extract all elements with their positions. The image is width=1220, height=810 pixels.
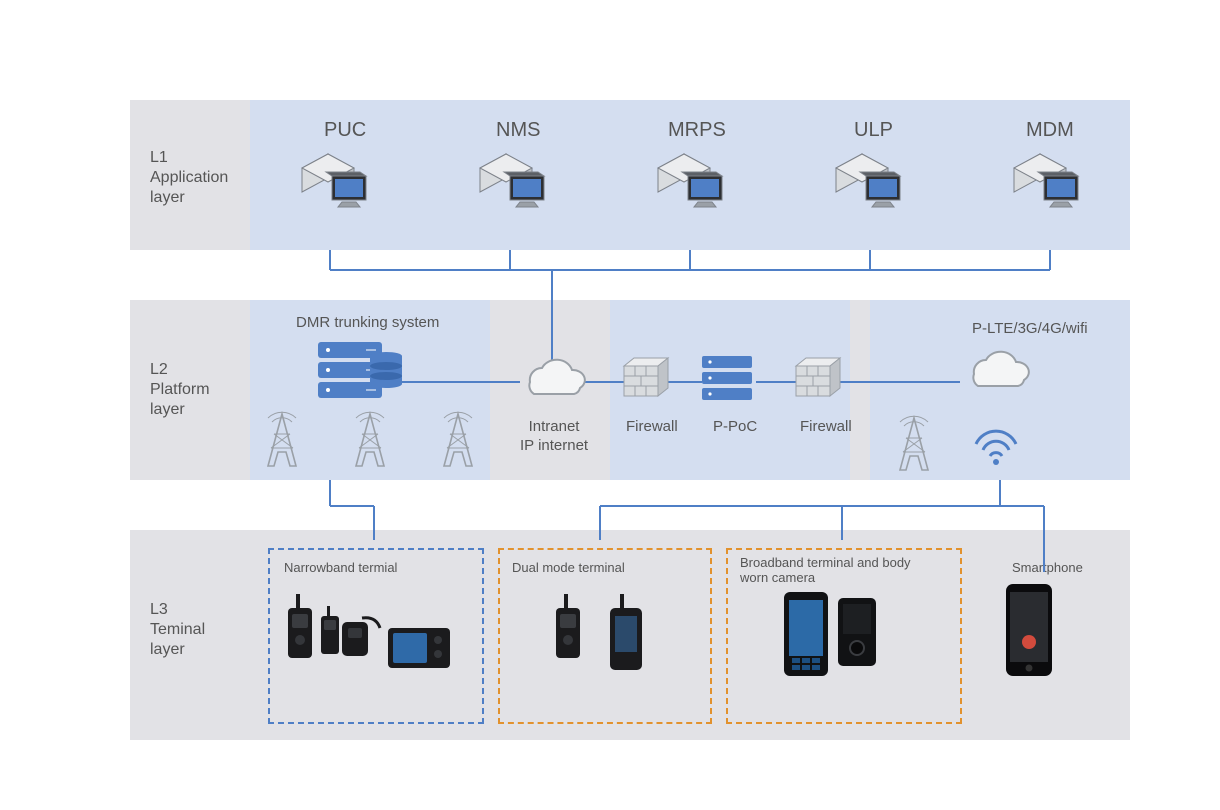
lbl-narrow: Narrowband termial (284, 560, 397, 576)
app-mrps: MRPS (668, 118, 726, 143)
lbl-ppoc: P-PoC (713, 418, 757, 437)
lbl-dual: Dual mode terminal (512, 560, 625, 576)
l3-label: L3 Teminal layer (150, 600, 205, 660)
lbl-bbcam: Broadband terminal and body worn camera (740, 556, 911, 586)
l1-label: L1 Application layer (150, 148, 228, 208)
app-puc: PUC (324, 118, 366, 143)
lbl-wan: P-LTE/3G/4G/wifi (972, 320, 1088, 339)
app-ulp: ULP (854, 118, 893, 143)
app-nms: NMS (496, 118, 540, 143)
app-mdm: MDM (1026, 118, 1074, 143)
lbl-dmr: DMR trunking system (296, 314, 439, 333)
l2-ppoc-box (610, 300, 850, 480)
lbl-fw2: Firewall (800, 418, 852, 437)
l2-label: L2 Platform layer (150, 360, 210, 420)
diagram: L1 Application layer L2 Platform layer L… (0, 0, 1220, 810)
lbl-fw1: Firewall (626, 418, 678, 437)
lbl-intranet: Intranet IP internet (520, 418, 588, 456)
lbl-phone: Smartphone (1012, 560, 1083, 576)
